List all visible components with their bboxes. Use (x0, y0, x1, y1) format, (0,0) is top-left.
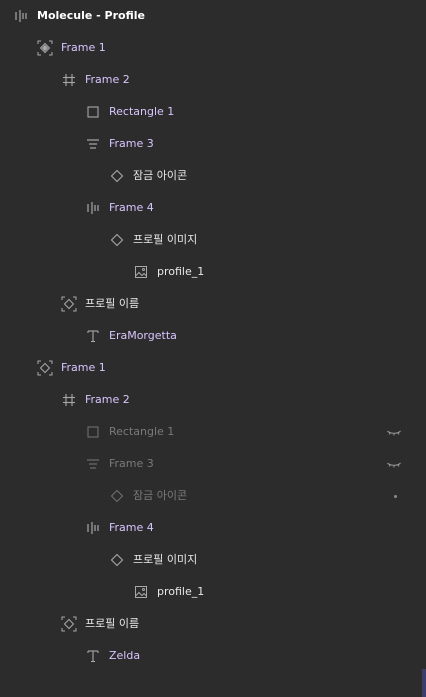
layer-label: Frame 3 (109, 137, 154, 150)
layer-label: Frame 4 (109, 201, 154, 214)
layer-label: profile_1 (157, 265, 205, 278)
scrollbar[interactable] (422, 669, 426, 697)
layer-profile-1[interactable]: profile_1 (0, 576, 420, 608)
layer-rectangle-1-hidden[interactable]: Rectangle 1 (0, 416, 420, 448)
layer-label: Frame 2 (85, 73, 130, 86)
instance-icon (109, 488, 125, 504)
layer-profile-name[interactable]: 프로필 이름 (0, 608, 420, 640)
image-icon (133, 584, 149, 600)
instance-icon (109, 168, 125, 184)
text-icon (85, 328, 101, 344)
layer-text-eramorgetta[interactable]: EraMorgetta (0, 320, 420, 352)
horizontal-bars-icon (85, 200, 101, 216)
layer-label: 프로필 이미지 (133, 553, 198, 566)
layer-label: 잠금 아이콘 (133, 169, 188, 182)
layer-label: Rectangle 1 (109, 105, 175, 118)
layer-text-zelda[interactable]: Zelda (0, 640, 420, 672)
layer-profile-image-instance[interactable]: 프로필 이미지 (0, 224, 420, 256)
layer-profile-name[interactable]: 프로필 이름 (0, 288, 420, 320)
layer-label: Rectangle 1 (109, 425, 175, 438)
layer-lock-icon-instance[interactable]: 잠금 아이콘 (0, 160, 420, 192)
component-frame-icon (37, 40, 53, 56)
layer-label: EraMorgetta (109, 329, 177, 342)
layer-frame-2[interactable]: Frame 2 (0, 384, 420, 416)
horizontal-bars-icon (13, 8, 29, 24)
instance-icon (109, 552, 125, 568)
instance-icon (109, 232, 125, 248)
visibility-dot[interactable] (394, 495, 397, 498)
layer-frame-3-hidden[interactable]: Frame 3 (0, 448, 420, 480)
text-icon (85, 648, 101, 664)
rectangle-icon (85, 104, 101, 120)
layer-label: Frame 3 (109, 457, 154, 470)
rectangle-icon (85, 424, 101, 440)
frame-hash-icon (61, 72, 77, 88)
layer-label: Frame 2 (85, 393, 130, 406)
layer-root[interactable]: Molecule - Profile (0, 0, 420, 32)
layer-label: Frame 4 (109, 521, 154, 534)
layer-profile-image-instance[interactable]: 프로필 이미지 (0, 544, 420, 576)
layer-frame-2[interactable]: Frame 2 (0, 64, 420, 96)
layer-label: 잠금 아이콘 (133, 489, 188, 502)
layer-profile-1[interactable]: profile_1 (0, 256, 420, 288)
horizontal-bars-icon (85, 520, 101, 536)
layer-frame-1[interactable]: Frame 1 (0, 352, 420, 384)
component-frame-icon (61, 296, 77, 312)
layer-label: 프로필 이름 (85, 297, 140, 310)
layer-label: Zelda (109, 649, 141, 662)
hidden-eye-icon[interactable] (386, 424, 402, 440)
layers-panel: Molecule - Profile Frame 1 Frame 2 Recta… (0, 0, 426, 697)
layer-label: Frame 1 (61, 41, 106, 54)
layer-label: 프로필 이름 (85, 617, 140, 630)
layer-label: 프로필 이미지 (133, 233, 198, 246)
vertical-stack-icon (85, 136, 101, 152)
frame-hash-icon (61, 392, 77, 408)
component-frame-icon (37, 360, 53, 376)
layer-label: Molecule - Profile (37, 9, 145, 22)
vertical-stack-icon (85, 456, 101, 472)
layer-frame-3[interactable]: Frame 3 (0, 128, 420, 160)
layer-frame-1[interactable]: Frame 1 (0, 32, 420, 64)
layer-label: profile_1 (157, 585, 205, 598)
layer-lock-icon-instance-hidden[interactable]: 잠금 아이콘 (0, 480, 420, 512)
component-frame-icon (61, 616, 77, 632)
layer-frame-4[interactable]: Frame 4 (0, 192, 420, 224)
image-icon (133, 264, 149, 280)
layer-frame-4[interactable]: Frame 4 (0, 512, 420, 544)
layer-label: Frame 1 (61, 361, 106, 374)
hidden-eye-icon[interactable] (386, 456, 402, 472)
layer-rectangle-1[interactable]: Rectangle 1 (0, 96, 420, 128)
